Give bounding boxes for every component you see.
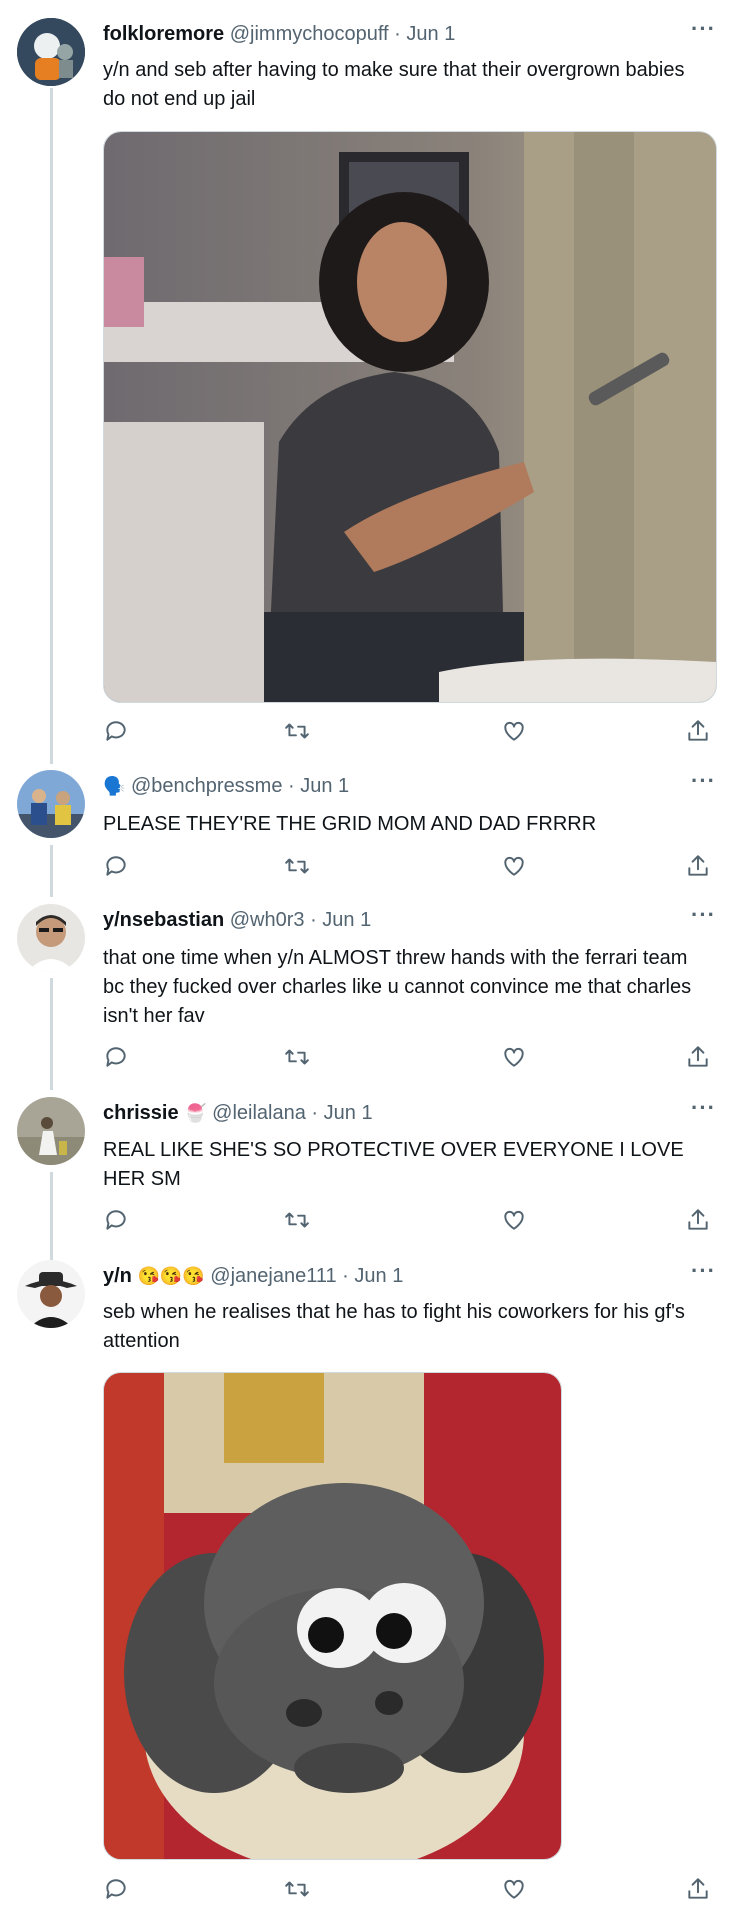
more-options-button[interactable]: ··· — [691, 768, 716, 794]
avatar[interactable] — [17, 18, 85, 86]
reply-icon[interactable] — [103, 1044, 133, 1074]
tweet-text: REAL LIKE SHE'S SO PROTECTIVE OVER EVERY… — [103, 1139, 684, 1190]
tweet-date[interactable]: Jun 1 — [354, 1265, 403, 1287]
user-handle[interactable]: @janejane111 — [210, 1265, 336, 1287]
display-name[interactable]: y/nsebastian — [103, 909, 224, 931]
share-icon[interactable] — [685, 1207, 715, 1237]
reply-icon[interactable] — [103, 853, 133, 883]
tweet-date[interactable]: Jun 1 — [300, 775, 349, 797]
tweet-actions — [103, 1044, 723, 1074]
tweet-header: 🗣️ @benchpressme · Jun 1 — [103, 773, 349, 799]
retweet-icon[interactable] — [284, 1044, 314, 1074]
avatar[interactable] — [17, 904, 85, 972]
like-icon[interactable] — [501, 718, 531, 748]
like-icon[interactable] — [501, 1876, 531, 1906]
tweet-actions — [103, 718, 723, 748]
share-icon[interactable] — [685, 1876, 715, 1906]
separator: · — [336, 1265, 355, 1287]
retweet-icon[interactable] — [284, 1207, 314, 1237]
speaking-head-emoji: 🗣️ — [103, 776, 126, 796]
thread-connector-line — [50, 88, 53, 764]
shaved-ice-emoji: 🍧 — [184, 1103, 207, 1123]
user-handle[interactable]: @leilalana — [212, 1102, 306, 1124]
tweet-header: y/n 😘😘😘 @janejane111 · Jun 1 — [103, 1263, 403, 1289]
tweet-text: seb when he realises that he has to figh… — [103, 1301, 685, 1352]
tweet-text: y/n and seb after having to make sure th… — [103, 59, 685, 110]
like-icon[interactable] — [501, 853, 531, 883]
thread-connector-line — [50, 978, 53, 1090]
separator: · — [282, 775, 301, 797]
tweet-header: folkloremore @jimmychocopuff · Jun 1 — [103, 21, 455, 47]
tweet-date[interactable]: Jun 1 — [322, 909, 371, 931]
retweet-icon[interactable] — [284, 1876, 314, 1906]
avatar[interactable] — [17, 770, 85, 838]
avatar[interactable] — [17, 1260, 85, 1328]
tweet-header: y/nsebastian @wh0r3 · Jun 1 — [103, 907, 371, 933]
more-options-button[interactable]: ··· — [691, 1258, 716, 1284]
avatar[interactable] — [17, 1097, 85, 1165]
tweet-header: chrissie 🍧 @leilalana · Jun 1 — [103, 1100, 373, 1126]
more-options-button[interactable]: ··· — [691, 902, 716, 928]
retweet-icon[interactable] — [284, 853, 314, 883]
display-name[interactable]: y/n — [103, 1265, 132, 1287]
display-name[interactable]: folkloremore — [103, 23, 224, 45]
user-handle[interactable]: @jimmychocopuff — [230, 23, 389, 45]
like-icon[interactable] — [501, 1207, 531, 1237]
tweet-actions — [103, 853, 723, 883]
share-icon[interactable] — [685, 1044, 715, 1074]
reply-icon[interactable] — [103, 1876, 133, 1906]
thread-connector-line — [50, 845, 53, 897]
tweet-date[interactable]: Jun 1 — [406, 23, 455, 45]
more-options-button[interactable]: ··· — [691, 16, 716, 42]
tweet-text: that one time when y/n ALMOST threw hand… — [103, 947, 692, 1027]
reply-icon[interactable] — [103, 718, 133, 748]
separator: · — [388, 23, 407, 45]
kissing-face-emoji: 😘😘😘 — [137, 1266, 205, 1286]
tweet-actions — [103, 1207, 723, 1237]
display-name[interactable]: chrissie — [103, 1102, 179, 1124]
separator: · — [305, 1102, 324, 1124]
user-handle[interactable]: @benchpressme — [131, 775, 282, 797]
separator: · — [304, 909, 323, 931]
more-options-button[interactable]: ··· — [691, 1095, 716, 1121]
share-icon[interactable] — [685, 853, 715, 883]
tweet-media-photo[interactable] — [103, 131, 717, 703]
user-handle[interactable]: @wh0r3 — [230, 909, 305, 931]
like-icon[interactable] — [501, 1044, 531, 1074]
tweet-date[interactable]: Jun 1 — [324, 1102, 373, 1124]
thread-connector-line — [50, 1172, 53, 1262]
reply-icon[interactable] — [103, 1207, 133, 1237]
tweet-actions — [103, 1876, 723, 1906]
tweet-media-photo[interactable] — [103, 1372, 562, 1860]
retweet-icon[interactable] — [284, 718, 314, 748]
tweet-text: PLEASE THEY'RE THE GRID MOM AND DAD FRRR… — [103, 813, 597, 835]
share-icon[interactable] — [685, 718, 715, 748]
